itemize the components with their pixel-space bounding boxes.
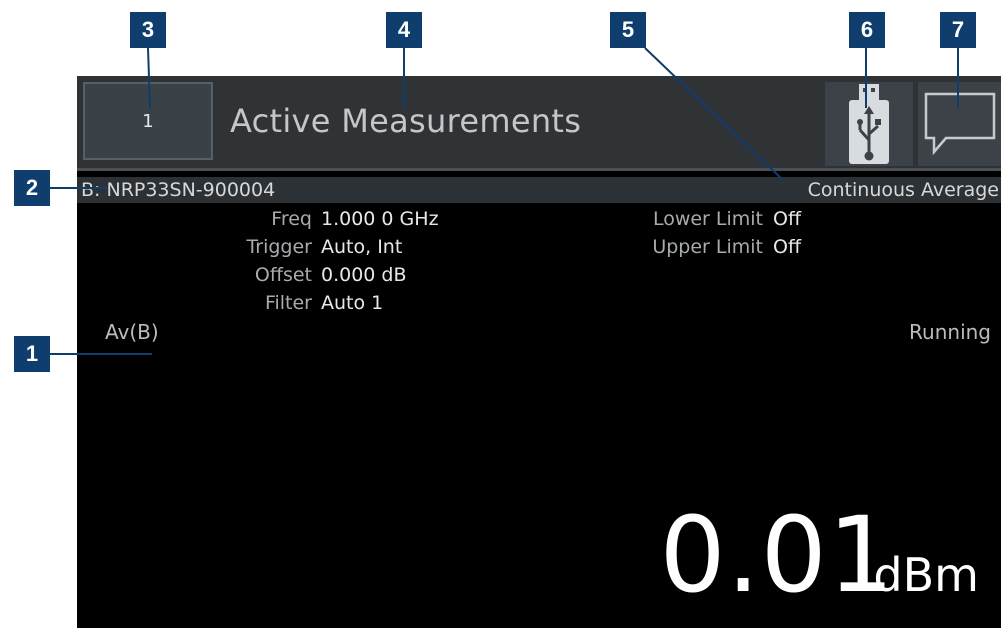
callout-1: 1	[14, 336, 50, 372]
title-bar: 1 Active Measurements	[77, 76, 1001, 168]
measurement-value: 0.01	[659, 494, 895, 616]
param-value-upper-limit: Off	[773, 236, 802, 258]
callout-5: 5	[610, 12, 646, 48]
param-value-freq: 1.000 0 GHz	[321, 208, 439, 230]
sensor-id: B: NRP33SN-900004	[81, 179, 276, 201]
run-status: Running	[909, 320, 991, 344]
callout-6: 6	[849, 12, 885, 48]
usb-icon	[849, 84, 889, 164]
measurement-mode: Continuous Average	[807, 179, 999, 201]
page-title: Active Measurements	[230, 102, 582, 140]
titlebar-divider	[77, 168, 1001, 171]
param-label-filter: Filter	[264, 292, 312, 314]
param-value-filter: Auto 1	[321, 292, 384, 314]
measurement-unit: dBm	[873, 548, 979, 602]
param-value-offset: 0.000 dB	[321, 264, 407, 286]
callout-2: 2	[14, 170, 50, 206]
param-value-lower-limit: Off	[773, 208, 802, 230]
channel-button[interactable]: 1	[83, 82, 213, 160]
callout-4: 4	[386, 12, 422, 48]
param-label-offset: Offset	[254, 264, 312, 286]
measurement-function: Av(B)	[105, 320, 159, 344]
usb-status[interactable]	[825, 82, 913, 166]
param-label-trigger: Trigger	[246, 236, 312, 258]
callout-7: 7	[940, 12, 976, 48]
param-value-trigger: Auto, Int	[321, 236, 403, 258]
param-label-upper-limit: Upper Limit	[652, 236, 763, 258]
param-label-lower-limit: Lower Limit	[652, 208, 763, 230]
message-icon	[924, 92, 996, 156]
sensor-header: B: NRP33SN-900004 Continuous Average	[77, 177, 1001, 203]
device-screen: 1 Active Measurements B: NRP33SN-900004 …	[77, 76, 1001, 628]
param-label-freq: Freq	[271, 208, 312, 230]
callout-3: 3	[130, 12, 166, 48]
message-button[interactable]	[918, 82, 1001, 166]
